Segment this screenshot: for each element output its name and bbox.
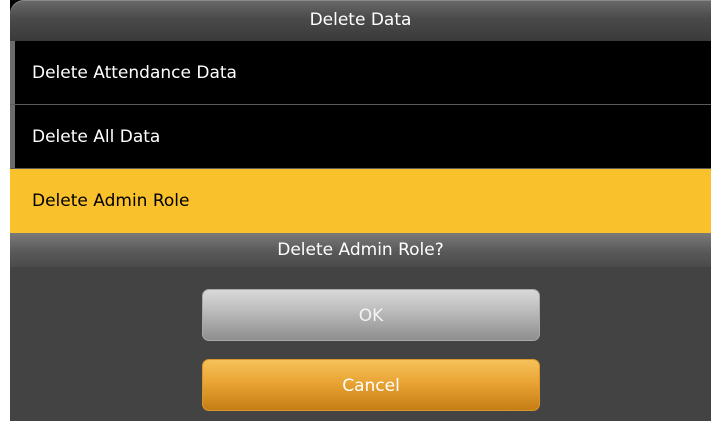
menu-item-delete-all-data[interactable]: Delete All Data <box>10 105 711 169</box>
dialog-message: Delete Admin Role? <box>10 233 711 267</box>
menu-list: Delete Attendance Data Delete All Data D… <box>10 41 711 233</box>
cancel-button[interactable]: Cancel <box>202 359 540 411</box>
item-left-edge <box>10 105 15 168</box>
menu-item-delete-attendance-data[interactable]: Delete Attendance Data <box>10 41 711 105</box>
item-left-edge <box>10 41 15 104</box>
screen-title: Delete Data <box>10 0 711 41</box>
menu-item-label: Delete Admin Role <box>32 191 190 211</box>
confirm-dialog: Delete Admin Role? OK Cancel <box>10 233 711 421</box>
menu-item-label: Delete All Data <box>32 127 161 147</box>
ok-button[interactable]: OK <box>202 289 540 341</box>
menu-item-delete-admin-role[interactable]: Delete Admin Role <box>10 169 711 233</box>
device-screen: Delete Data Delete Attendance Data Delet… <box>10 0 711 421</box>
menu-item-label: Delete Attendance Data <box>32 63 237 83</box>
